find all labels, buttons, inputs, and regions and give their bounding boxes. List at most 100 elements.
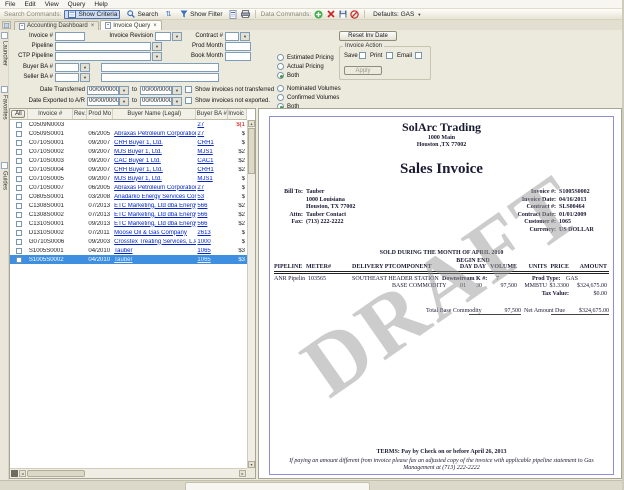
row-buyer-name-link[interactable]: Moose Oil & Gas Company bbox=[113, 230, 196, 236]
save-icon[interactable] bbox=[338, 10, 347, 19]
row-buyer-name-link[interactable]: CRH Buyer 1, Ltd. bbox=[113, 140, 196, 146]
invoice-number-input[interactable] bbox=[55, 32, 85, 41]
row-checkbox[interactable] bbox=[16, 257, 22, 263]
row-buyer-ba-link[interactable]: CRH1 bbox=[196, 140, 228, 146]
estimated-pricing-radio[interactable] bbox=[277, 54, 284, 61]
apply-button[interactable]: Apply bbox=[344, 66, 382, 75]
show-not-transferred-checkbox[interactable] bbox=[185, 86, 192, 93]
row-buyer-ba-link[interactable]: 27 bbox=[196, 122, 228, 128]
row-buyer-name-link[interactable]: MJS Buyer 1, Ltd. bbox=[113, 176, 196, 182]
row-invoice-number[interactable]: G0710S0006 bbox=[28, 239, 74, 245]
pipeline-input[interactable] bbox=[55, 42, 151, 51]
row-buyer-name-link[interactable]: Anadarko Energy Services Company bbox=[113, 194, 196, 200]
grid-row[interactable]: C0710S000409/2007CRH Buyer 1, Ltd.CRH1$2 bbox=[10, 165, 247, 174]
ctp-pipeline-input[interactable] bbox=[55, 52, 151, 61]
row-checkbox[interactable] bbox=[16, 221, 22, 227]
row-checkbox[interactable] bbox=[16, 203, 22, 209]
row-buyer-ba-link[interactable]: 1000 bbox=[196, 239, 228, 245]
sidebar-item-favorites[interactable]: Favorites bbox=[0, 86, 9, 120]
scroll-down-icon[interactable]: ▾ bbox=[248, 461, 255, 468]
grid-row[interactable]: C0710S000509/2007MJS Buyer 1, Ltd.MJS1$ bbox=[10, 174, 247, 183]
seller-ba-dropdown[interactable]: ▼ bbox=[80, 73, 90, 82]
ctp-pipeline-dropdown[interactable]: ▼ bbox=[152, 52, 162, 61]
row-checkbox[interactable] bbox=[16, 176, 22, 182]
horizontal-scroll-thumb[interactable] bbox=[27, 470, 85, 477]
tab-invoice-query[interactable]: Invoice Query × bbox=[100, 20, 162, 30]
save-action-checkbox[interactable] bbox=[359, 52, 366, 59]
grid-row[interactable]: S1005S000104/2010Tauber1065$3 bbox=[10, 246, 247, 255]
row-buyer-ba-link[interactable]: MJS1 bbox=[196, 176, 228, 182]
defaults-dropdown[interactable]: Defaults: GAS ▼ bbox=[370, 10, 424, 19]
row-checkbox[interactable] bbox=[16, 230, 22, 236]
actual-pricing-radio[interactable] bbox=[277, 63, 284, 70]
seller-ba-input[interactable] bbox=[55, 73, 79, 82]
prod-month-input[interactable] bbox=[225, 42, 251, 51]
row-buyer-name-link[interactable]: ETC Marketing, Ltd dba Energy Transfer bbox=[113, 203, 196, 209]
row-checkbox[interactable] bbox=[16, 158, 22, 164]
row-invoice-number[interactable]: C0710S0004 bbox=[28, 167, 74, 173]
add-record-icon[interactable] bbox=[314, 10, 323, 19]
row-buyer-ba-link[interactable]: 27 bbox=[196, 131, 228, 137]
row-buyer-ba-link[interactable]: MJS1 bbox=[196, 149, 228, 155]
row-buyer-name-link[interactable]: Crosstex Treating Services, L.P. bbox=[113, 239, 196, 245]
row-checkbox[interactable] bbox=[16, 131, 22, 137]
row-buyer-ba-link[interactable]: 27 bbox=[196, 185, 228, 191]
row-checkbox[interactable] bbox=[16, 185, 22, 191]
row-invoice-number[interactable]: C0710S0001 bbox=[28, 140, 74, 146]
row-invoice-number[interactable]: C0710S0002 bbox=[28, 149, 74, 155]
show-filter-button[interactable]: Show Filter bbox=[176, 10, 226, 19]
print-action-checkbox[interactable] bbox=[386, 52, 393, 59]
bottom-scroll-segment[interactable] bbox=[185, 482, 370, 490]
report-icon[interactable] bbox=[229, 10, 238, 19]
row-checkbox[interactable] bbox=[16, 248, 22, 254]
date-exported-from-input[interactable]: 00/00/0000 bbox=[87, 97, 119, 106]
sidebar-item-launcher[interactable]: Launcher bbox=[0, 32, 9, 66]
row-buyer-ba-link[interactable]: 53 bbox=[196, 194, 228, 200]
tab-list-button[interactable] bbox=[2, 21, 11, 29]
row-invoice-number[interactable]: D1310S0002 bbox=[28, 230, 74, 236]
vertical-scrollbar[interactable]: ▴ ▾ bbox=[247, 120, 255, 468]
row-buyer-name-link[interactable]: CRH Buyer 1, Ltd. bbox=[113, 167, 196, 173]
date-exported-to-input[interactable]: 00/00/0000 bbox=[140, 97, 172, 106]
search-button[interactable]: Search bbox=[123, 10, 161, 19]
row-invoice-number[interactable]: S1005S0001 bbox=[28, 248, 74, 254]
grid-header-prod-month[interactable]: Prod Mo bbox=[87, 109, 113, 119]
row-buyer-name-link[interactable]: Abraxas Petroleum Corporation bbox=[113, 131, 196, 137]
print-icon[interactable] bbox=[241, 10, 250, 19]
row-invoice-number[interactable]: C1308S0002 bbox=[28, 212, 74, 218]
show-criteria-button[interactable]: Show Criteria bbox=[64, 10, 120, 19]
contract-number-dropdown[interactable]: ▼ bbox=[240, 32, 250, 41]
row-buyer-ba-link[interactable]: 566 bbox=[196, 221, 228, 227]
row-buyer-ba-link[interactable]: 1065 bbox=[196, 257, 228, 263]
menu-query[interactable]: Query bbox=[68, 1, 86, 8]
email-action-checkbox[interactable] bbox=[415, 52, 422, 59]
row-buyer-ba-link[interactable]: 2613 bbox=[196, 230, 228, 236]
date-transferred-from-input[interactable]: 00/00/0000 bbox=[87, 86, 119, 95]
row-checkbox[interactable] bbox=[16, 212, 22, 218]
row-checkbox[interactable] bbox=[16, 167, 22, 173]
pricing-both-radio[interactable] bbox=[277, 72, 284, 79]
buyer-ba-input[interactable] bbox=[55, 63, 79, 72]
buyer-ba-name-input[interactable] bbox=[101, 63, 219, 72]
grid-row[interactable]: G0710S000609/2003Crosstex Treating Servi… bbox=[10, 237, 247, 246]
date-transferred-to-input[interactable]: 00/00/0000 bbox=[140, 86, 172, 95]
grid-row[interactable]: C0805S000103/2008Anadarko Energy Service… bbox=[10, 192, 247, 201]
row-buyer-name-link[interactable]: Tauber bbox=[113, 248, 196, 254]
tab-accounting-dashboard[interactable]: Accounting Dashboard × bbox=[14, 21, 99, 30]
row-invoice-number[interactable]: C0509N0003 bbox=[28, 122, 74, 128]
sort-icon[interactable]: ⇅ bbox=[164, 10, 173, 19]
nominated-volumes-radio[interactable] bbox=[277, 85, 284, 92]
book-month-input[interactable] bbox=[225, 52, 251, 61]
row-checkbox[interactable] bbox=[16, 239, 22, 245]
row-buyer-ba-link[interactable]: 566 bbox=[196, 212, 228, 218]
date-exported-to-dropdown[interactable]: ▼ bbox=[172, 97, 182, 106]
scroll-left-icon[interactable]: ◂ bbox=[19, 470, 26, 477]
grid-header-rev[interactable]: Rev. bbox=[73, 109, 87, 119]
horizontal-scrollbar[interactable]: ◂ ▸ bbox=[10, 468, 247, 478]
confirmed-volumes-radio[interactable] bbox=[277, 94, 284, 101]
grid-row[interactable]: C0710S000109/2007CRH Buyer 1, Ltd.CRH1$ bbox=[10, 138, 247, 147]
grid-header-buyer-ba[interactable]: Buyer BA # bbox=[196, 109, 228, 119]
row-invoice-number[interactable]: C1310S0001 bbox=[28, 221, 74, 227]
pipeline-dropdown[interactable]: ▼ bbox=[152, 42, 162, 51]
grid-header-invoice-amount[interactable]: Invoic bbox=[228, 109, 247, 119]
